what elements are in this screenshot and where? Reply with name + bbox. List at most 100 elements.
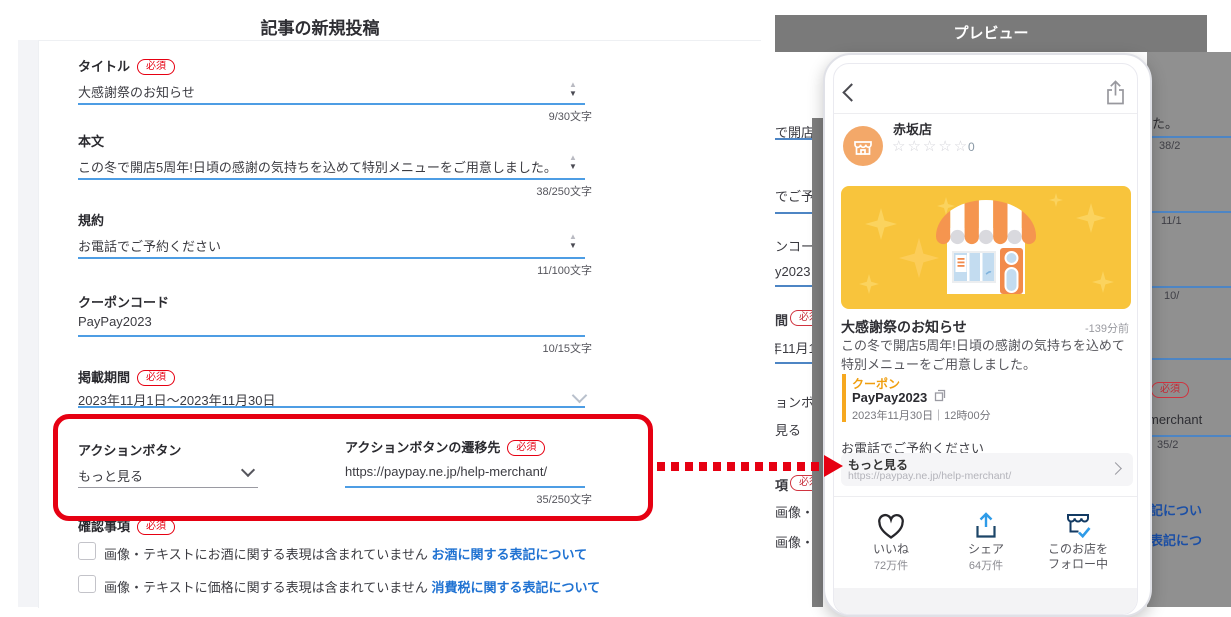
period-field-label: 掲載期間必須 [78, 367, 175, 386]
bg-fragment [775, 362, 812, 364]
title-field-label: タイトル必須 [78, 56, 175, 75]
coupon-input[interactable]: PayPay2023 [78, 314, 152, 329]
rating-count: 0 [968, 140, 975, 154]
body-input[interactable]: この冬で開店5周年!日頃の感謝の気持ちを込めて特別メニューをご用意しました。 [78, 157, 557, 176]
nav-divider [834, 113, 1137, 114]
store-avatar[interactable] [843, 126, 883, 166]
title-input[interactable]: 大感謝祭のお知らせ [78, 82, 195, 101]
page-background-strip [18, 40, 38, 607]
bg-fragment: 35/2 [1157, 439, 1178, 451]
terms-input[interactable]: お電話でご予約ください [78, 236, 221, 255]
period-underline [78, 406, 585, 408]
stepper-down-icon[interactable]: ▼ [566, 89, 580, 98]
star-rating: ☆☆☆☆☆ [892, 137, 969, 155]
bg-fragment [775, 285, 812, 287]
terms-counter: 11/100文字 [78, 262, 592, 278]
action-button-select[interactable]: もっと見る [78, 466, 143, 485]
body-underline [78, 178, 585, 180]
bg-fragment [1147, 358, 1231, 360]
actions-divider [834, 496, 1137, 497]
bg-fragment [775, 212, 812, 214]
share-button[interactable]: シェア 64万件 [941, 510, 1031, 573]
bg-fragment: でご予約 [775, 186, 812, 205]
price-checkbox-text: 画像・テキストに価格に関する表現は含まれていません [104, 580, 428, 595]
follow-label-line1: このお店を [1048, 542, 1108, 556]
bg-fragment: た。 [1152, 113, 1178, 132]
bg-fragment: 必須 [790, 310, 812, 326]
bg-fragment: 記につい [1150, 500, 1202, 519]
follow-label-line2: フォロー中 [1048, 557, 1108, 571]
bg-fragment: 間 [775, 310, 788, 329]
bg-fragment [1147, 211, 1231, 213]
back-chevron-icon[interactable] [842, 83, 860, 101]
coupon-expiry: 2023年11月30日｜12時00分 [852, 407, 991, 423]
title-underline [78, 103, 585, 105]
action-url-label: アクションボタンの遷移先必須 [345, 437, 545, 456]
share-export-icon[interactable] [1104, 79, 1127, 111]
share-label: シェア [968, 542, 1004, 557]
article-banner-image [841, 186, 1131, 309]
price-checkbox[interactable] [78, 575, 96, 593]
terms-stepper[interactable]: ▲▼ [566, 232, 580, 250]
action-url-label-text: アクションボタンの遷移先 [345, 440, 500, 455]
more-link-url[interactable]: https://paypay.ne.jp/help-merchant/ [848, 470, 1011, 482]
bg-fragment: 38/2 [1159, 140, 1180, 152]
stepper-down-icon[interactable]: ▼ [566, 241, 580, 250]
action-button-label: アクションボタン [78, 440, 181, 459]
tax-notation-link[interactable]: 消費税に関する表記について [431, 580, 600, 595]
action-url-input[interactable]: https://paypay.ne.jp/help-merchant/ [345, 464, 547, 479]
title-stepper[interactable]: ▲▼ [566, 80, 580, 98]
coupon-counter: 10/15文字 [78, 340, 592, 356]
page-title: 記事の新規投稿 [0, 14, 640, 39]
bg-fragment: 見る [775, 420, 801, 439]
phone-footer [834, 588, 1137, 614]
body-stepper[interactable]: ▲▼ [566, 153, 580, 171]
follow-label: このお店をフォロー中 [1048, 542, 1108, 572]
bg-fragment: merchant [1148, 412, 1202, 427]
storefront-icon [851, 134, 875, 158]
like-button[interactable]: いいね 72万件 [846, 510, 936, 573]
like-label: いいね [873, 542, 909, 557]
alcohol-checkbox-text: 画像・テキストにお酒に関する表現は含まれていません [104, 547, 428, 562]
stepper-up-icon[interactable]: ▲ [566, 232, 580, 241]
stepper-up-icon[interactable]: ▲ [566, 153, 580, 162]
time-ago: -139分前 [1085, 320, 1129, 336]
bg-fragment: 年11月1日 [775, 338, 812, 357]
bg-fragment: 表記につ [1150, 530, 1202, 549]
share-arrow-icon [971, 510, 1001, 542]
follow-store-button[interactable]: このお店をフォロー中 [1033, 510, 1123, 572]
bg-fragment [1147, 435, 1231, 437]
action-button-underline [78, 487, 258, 488]
background-fragments-left: で開店5でご予約ンコードy2023間必須年11月1日ョンボタ見る項必須画像・テ画… [775, 52, 812, 607]
alcohol-checkbox-row: 画像・テキストにお酒に関する表現は含まれていません お酒に関する表記について [104, 544, 587, 563]
alcohol-notation-link[interactable]: お酒に関する表記について [431, 547, 587, 562]
coupon-underline [78, 335, 585, 337]
backdrop-strip-left [812, 118, 823, 607]
required-badge: 必須 [507, 440, 545, 456]
bg-fragment: 項 [775, 475, 788, 494]
stepper-down-icon[interactable]: ▼ [566, 162, 580, 171]
share-count: 64万件 [969, 557, 1003, 573]
stepper-up-icon[interactable]: ▲ [566, 80, 580, 89]
required-badge: 必須 [137, 59, 175, 75]
coupon-field-label: クーポンコード [78, 292, 169, 311]
title-label-text: タイトル [78, 59, 130, 74]
bg-fragment: 画像・テ [775, 502, 812, 521]
bg-fragment [1147, 136, 1231, 138]
copy-icon[interactable] [934, 389, 946, 407]
store-follow-icon [1061, 510, 1095, 542]
terms-field-label: 規約 [78, 210, 104, 229]
terms-underline [78, 257, 585, 259]
action-url-counter: 35/250文字 [78, 491, 592, 507]
arrow-head-annotation [824, 455, 843, 477]
bg-fragment: ンコード [775, 236, 812, 255]
bg-fragment: 11/1 [1161, 215, 1182, 227]
price-checkbox-row: 画像・テキストに価格に関する表現は含まれていません 消費税に関する表記について [104, 577, 600, 596]
phone-screen: 赤坂店 ☆☆☆☆☆ 0 [833, 63, 1138, 615]
bg-fragment [775, 138, 812, 140]
bg-fragment: 必須 [790, 475, 812, 491]
alcohol-checkbox[interactable] [78, 542, 96, 560]
title-counter: 9/30文字 [78, 108, 592, 124]
preview-panel-header: プレビュー [775, 15, 1207, 52]
bg-fragment: 必須 [1151, 382, 1189, 398]
